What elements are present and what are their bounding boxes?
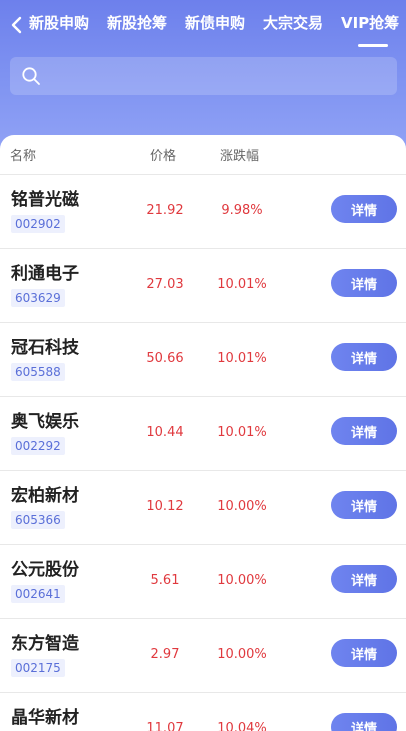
tab-block-trade[interactable]: 大宗交易 — [263, 12, 323, 34]
search-input[interactable] — [50, 61, 390, 91]
column-header-name: 名称 — [10, 149, 37, 164]
stock-change: 10.01% — [217, 425, 267, 440]
active-tab-indicator — [358, 44, 388, 47]
stock-code: 603629 — [11, 289, 65, 307]
detail-button[interactable]: 详情 — [331, 565, 397, 593]
stock-name: 东方智造 — [11, 634, 79, 654]
stock-code: 605366 — [11, 511, 65, 529]
detail-button[interactable]: 详情 — [331, 417, 397, 445]
stock-row: 宏柏新材 605366 10.12 10.00% 详情 — [0, 471, 406, 545]
tab-new-stock-grab[interactable]: 新股抢筹 — [107, 12, 167, 34]
stock-code: 002292 — [11, 437, 65, 455]
column-header-price: 价格 — [150, 149, 177, 164]
stock-price: 2.97 — [150, 647, 180, 662]
stock-row: 利通电子 603629 27.03 10.01% 详情 — [0, 249, 406, 323]
stock-change: 10.04% — [217, 721, 267, 731]
detail-button[interactable]: 详情 — [331, 195, 397, 223]
stock-change: 9.98% — [221, 203, 263, 218]
stock-price: 11.07 — [146, 721, 184, 731]
stock-name: 宏柏新材 — [11, 486, 79, 506]
detail-button[interactable]: 详情 — [331, 269, 397, 297]
stock-name: 冠石科技 — [11, 338, 79, 358]
stock-price: 10.12 — [146, 499, 184, 514]
detail-button[interactable]: 详情 — [331, 639, 397, 667]
stock-price: 5.61 — [150, 573, 180, 588]
stock-code: 605588 — [11, 363, 65, 381]
stock-price: 50.66 — [146, 351, 184, 366]
detail-button[interactable]: 详情 — [331, 343, 397, 371]
stock-name: 利通电子 — [11, 264, 79, 284]
stock-change: 10.00% — [217, 573, 267, 588]
tab-new-stock-subscribe[interactable]: 新股申购 — [29, 12, 89, 34]
stock-change: 10.01% — [217, 351, 267, 366]
stock-code: 002175 — [11, 659, 65, 677]
stock-row: 东方智造 002175 2.97 10.00% 详情 — [0, 619, 406, 693]
stock-code: 002902 — [11, 215, 65, 233]
detail-button[interactable]: 详情 — [331, 713, 397, 731]
stock-row: 冠石科技 605588 50.66 10.01% 详情 — [0, 323, 406, 397]
stock-name: 晶华新材 — [11, 708, 79, 728]
detail-button[interactable]: 详情 — [331, 491, 397, 519]
vip-subscription-page: 新股申购 新股抢筹 新债申购 大宗交易 VIP抢筹 名称 价格 涨跌幅 铭普光磁… — [0, 0, 406, 731]
stock-row: 奥飞娱乐 002292 10.44 10.01% 详情 — [0, 397, 406, 471]
search-icon — [22, 67, 40, 85]
tab-new-bond-subscribe[interactable]: 新债申购 — [185, 12, 245, 34]
stock-row: 晶华新材 11.07 10.04% 详情 — [0, 693, 406, 731]
tab-vip-grab[interactable]: VIP抢筹 — [341, 12, 399, 34]
stock-change: 10.00% — [217, 647, 267, 662]
chevron-left-icon[interactable] — [9, 14, 25, 36]
top-navigation: 新股申购 新股抢筹 新债申购 大宗交易 VIP抢筹 — [0, 0, 406, 48]
stock-name: 铭普光磁 — [11, 190, 79, 210]
stock-row: 公元股份 002641 5.61 10.00% 详情 — [0, 545, 406, 619]
stock-name: 公元股份 — [11, 560, 79, 580]
stock-change: 10.00% — [217, 499, 267, 514]
stock-list: 铭普光磁 002902 21.92 9.98% 详情 利通电子 603629 2… — [0, 175, 406, 731]
stock-price: 27.03 — [146, 277, 184, 292]
stock-code: 002641 — [11, 585, 65, 603]
stock-name: 奥飞娱乐 — [11, 412, 79, 432]
stock-price: 10.44 — [146, 425, 184, 440]
search-bar[interactable] — [10, 57, 397, 95]
stock-row: 铭普光磁 002902 21.92 9.98% 详情 — [0, 175, 406, 249]
column-header-change: 涨跌幅 — [220, 149, 260, 164]
stock-price: 21.92 — [146, 203, 184, 218]
stock-change: 10.01% — [217, 277, 267, 292]
